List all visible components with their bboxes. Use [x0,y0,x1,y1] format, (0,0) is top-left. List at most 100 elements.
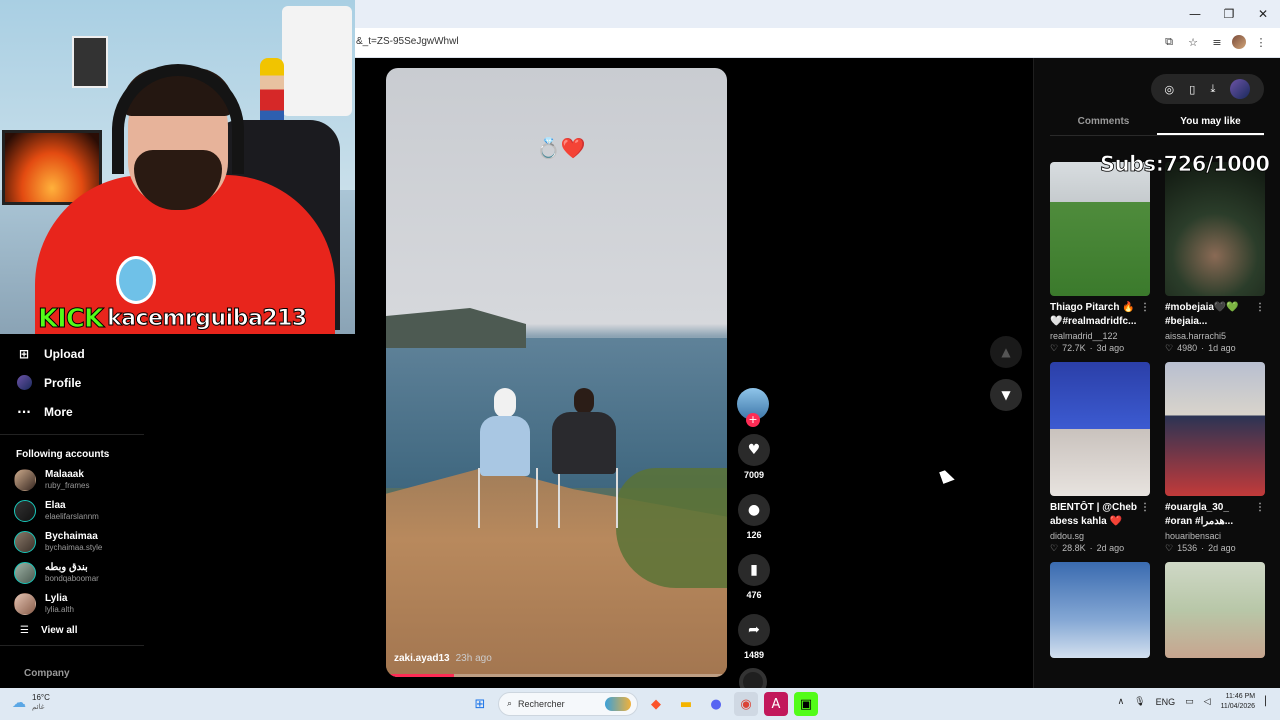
volume-icon[interactable]: ◁ [1204,697,1211,707]
chevron-up-icon[interactable]: ∧ [1118,697,1125,707]
install-app-icon[interactable]: ⧉ [1160,33,1178,51]
weather-condition: غائم [32,704,45,711]
browser-profile-avatar[interactable] [1232,35,1246,49]
bookmark-star-icon[interactable]: ☆ [1184,33,1202,51]
windows-start-icon[interactable]: ⊞ [468,692,492,716]
notifications-icon[interactable]: ▏ [1265,697,1272,707]
account-handle: lylia.alth [45,604,74,614]
app-a-icon[interactable]: A [764,692,788,716]
user-avatar[interactable] [1230,79,1251,99]
microphone-icon[interactable]: 🎙 [1134,697,1145,707]
media-controls-icon[interactable]: ≡ [1208,33,1226,51]
recommended-video[interactable] [1165,562,1265,658]
avatar [14,592,36,615]
view-all-button[interactable]: ☰ View all [0,619,150,641]
kick-app-icon[interactable]: ▣ [794,692,818,716]
video-author[interactable]: aissa.harrachi5 [1165,331,1265,341]
post-age: 3d ago [1096,343,1125,353]
close-icon[interactable]: ✕ [1246,0,1280,28]
video-thumbnail[interactable] [1165,162,1265,296]
meta-separator: · [1089,343,1093,353]
chrome-icon[interactable]: ◉ [734,692,758,716]
video-meta: ♡ 72.7K · 3d ago [1050,343,1150,354]
save-action[interactable]: ▮ 476 [737,554,771,600]
recommended-video[interactable]: Thiago Pitarch 🔥 🤍#realmadridfc... ⋮ real… [1050,162,1150,354]
video-thumbnail[interactable] [1050,162,1150,296]
like-action[interactable]: ♥ 7009 [737,434,771,480]
share-icon[interactable]: ➦ [738,614,770,646]
phone-icon[interactable]: ▯ [1189,83,1195,96]
recommended-video[interactable]: #ouargla_30_ #oran #هدمرا... ⋮ houaribens… [1165,362,1265,554]
discord-icon[interactable]: ● [704,692,728,716]
video-author[interactable]: houaribensaci [1165,531,1265,541]
video-player[interactable]: 💍❤️ zaki.ayad13 23h ago [386,68,727,677]
share-action[interactable]: ➦ 1489 [737,614,771,660]
more-options-icon[interactable]: ⋮ [1255,301,1265,315]
subs-goal-overlay: Subs:726/1000 [1100,152,1271,177]
recommendations-panel: ◎ ▯ ⤓ Comments You may like Thiago Pitar… [1033,58,1280,688]
follow-plus-icon[interactable]: + [746,413,760,427]
video-author-line[interactable]: zaki.ayad13 23h ago [394,653,492,664]
kick-logo: KICK [37,304,104,334]
more-options-icon[interactable]: ⋮ [1255,501,1265,515]
heart-icon[interactable]: ♥ [738,434,770,466]
language-indicator[interactable]: ENG [1156,697,1176,707]
video-thumbnail[interactable] [1050,562,1150,658]
url-text[interactable]: &_t=ZS-95SeJgwWhwl [356,36,459,47]
comment-action[interactable]: ● 126 [737,494,771,540]
following-account[interactable]: Bychaimaa bychaimaa.style [0,526,150,557]
taskbar-search[interactable]: ⌕ Rechercher [498,692,638,716]
left-sidebar: ⊞ Upload Profile ··· More Following acco… [0,334,150,688]
recommended-video[interactable] [1050,562,1150,658]
video-thumbnail[interactable] [1050,362,1150,496]
account-handle: ruby_frames [45,480,90,490]
comment-icon[interactable]: ● [738,494,770,526]
like-count: 7009 [743,470,765,480]
video-progress-bar[interactable] [386,674,727,677]
brave-browser-icon[interactable]: ◆ [644,692,668,716]
tab-comments[interactable]: Comments [1050,110,1157,135]
video-title: #ouargla_30_ #oran #هدمرا... ⋮ [1165,501,1265,529]
tab-you-may-like[interactable]: You may like [1157,110,1264,135]
weather-widget[interactable]: ☁ 16°C غائم [12,693,50,713]
video-author[interactable]: realmadrid__122 [1050,331,1150,341]
previous-video-button[interactable]: ▲ [990,336,1022,368]
account-name: بندق وبطه [45,561,88,573]
meta-separator: · [1201,343,1205,353]
compass-icon[interactable]: ◎ [1165,83,1175,96]
more-options-icon[interactable]: ⋮ [1140,501,1150,515]
video-thumbnail[interactable] [1165,562,1265,658]
wall-jersey [282,6,352,116]
video-person-right [552,388,622,478]
file-explorer-icon[interactable]: ▬ [674,692,698,716]
bookmark-icon[interactable]: ▮ [738,554,770,586]
creator-avatar[interactable]: + [737,388,769,427]
following-account[interactable]: Lylia lylia.alth [0,588,150,619]
like-count: 4980 [1177,343,1198,353]
video-author[interactable]: zaki.ayad13 [394,653,450,664]
following-account[interactable]: Elaa elaelifarslannm [0,495,150,526]
more-options-icon[interactable]: ⋮ [1140,301,1150,315]
video-thumbnail[interactable] [1165,362,1265,496]
nav-profile[interactable]: Profile [0,368,150,397]
download-icon[interactable]: ⤓ [1210,82,1215,96]
nav-upload[interactable]: ⊞ Upload [0,339,150,368]
company-link[interactable]: Company [0,654,150,679]
maximize-icon[interactable]: ❐ [1212,0,1246,28]
video-distant-cliff [386,308,526,348]
browser-menu-icon[interactable]: ⋮ [1252,33,1270,51]
recommended-video[interactable]: #mobejaia🖤💚 #bejaia... ⋮ aissa.harrachi5 … [1165,162,1265,354]
nav-profile-label: Profile [44,375,82,390]
stream-banner: KICK kacemrguiba213 [37,304,307,334]
recommended-video[interactable]: BIENTÔT | @Cheb abess kahla ❤️ ⋮ didou.sg… [1050,362,1150,554]
nav-more[interactable]: ··· More [0,397,150,426]
next-video-button[interactable]: ▼ [990,379,1022,411]
video-progress-fill [386,674,455,677]
video-author[interactable]: didou.sg [1050,531,1150,541]
following-account[interactable]: بندق وبطه bondqaboomar [0,557,150,588]
following-account[interactable]: Malaaak ruby_frames [0,464,150,495]
address-bar-actions: ⧉ ☆ ≡ ⋮ [1160,33,1270,51]
minimize-icon[interactable]: — [1178,0,1212,28]
clock[interactable]: 11:46 PM 11/04/2026 [1221,692,1256,712]
network-icon[interactable]: ▭ [1185,697,1194,707]
